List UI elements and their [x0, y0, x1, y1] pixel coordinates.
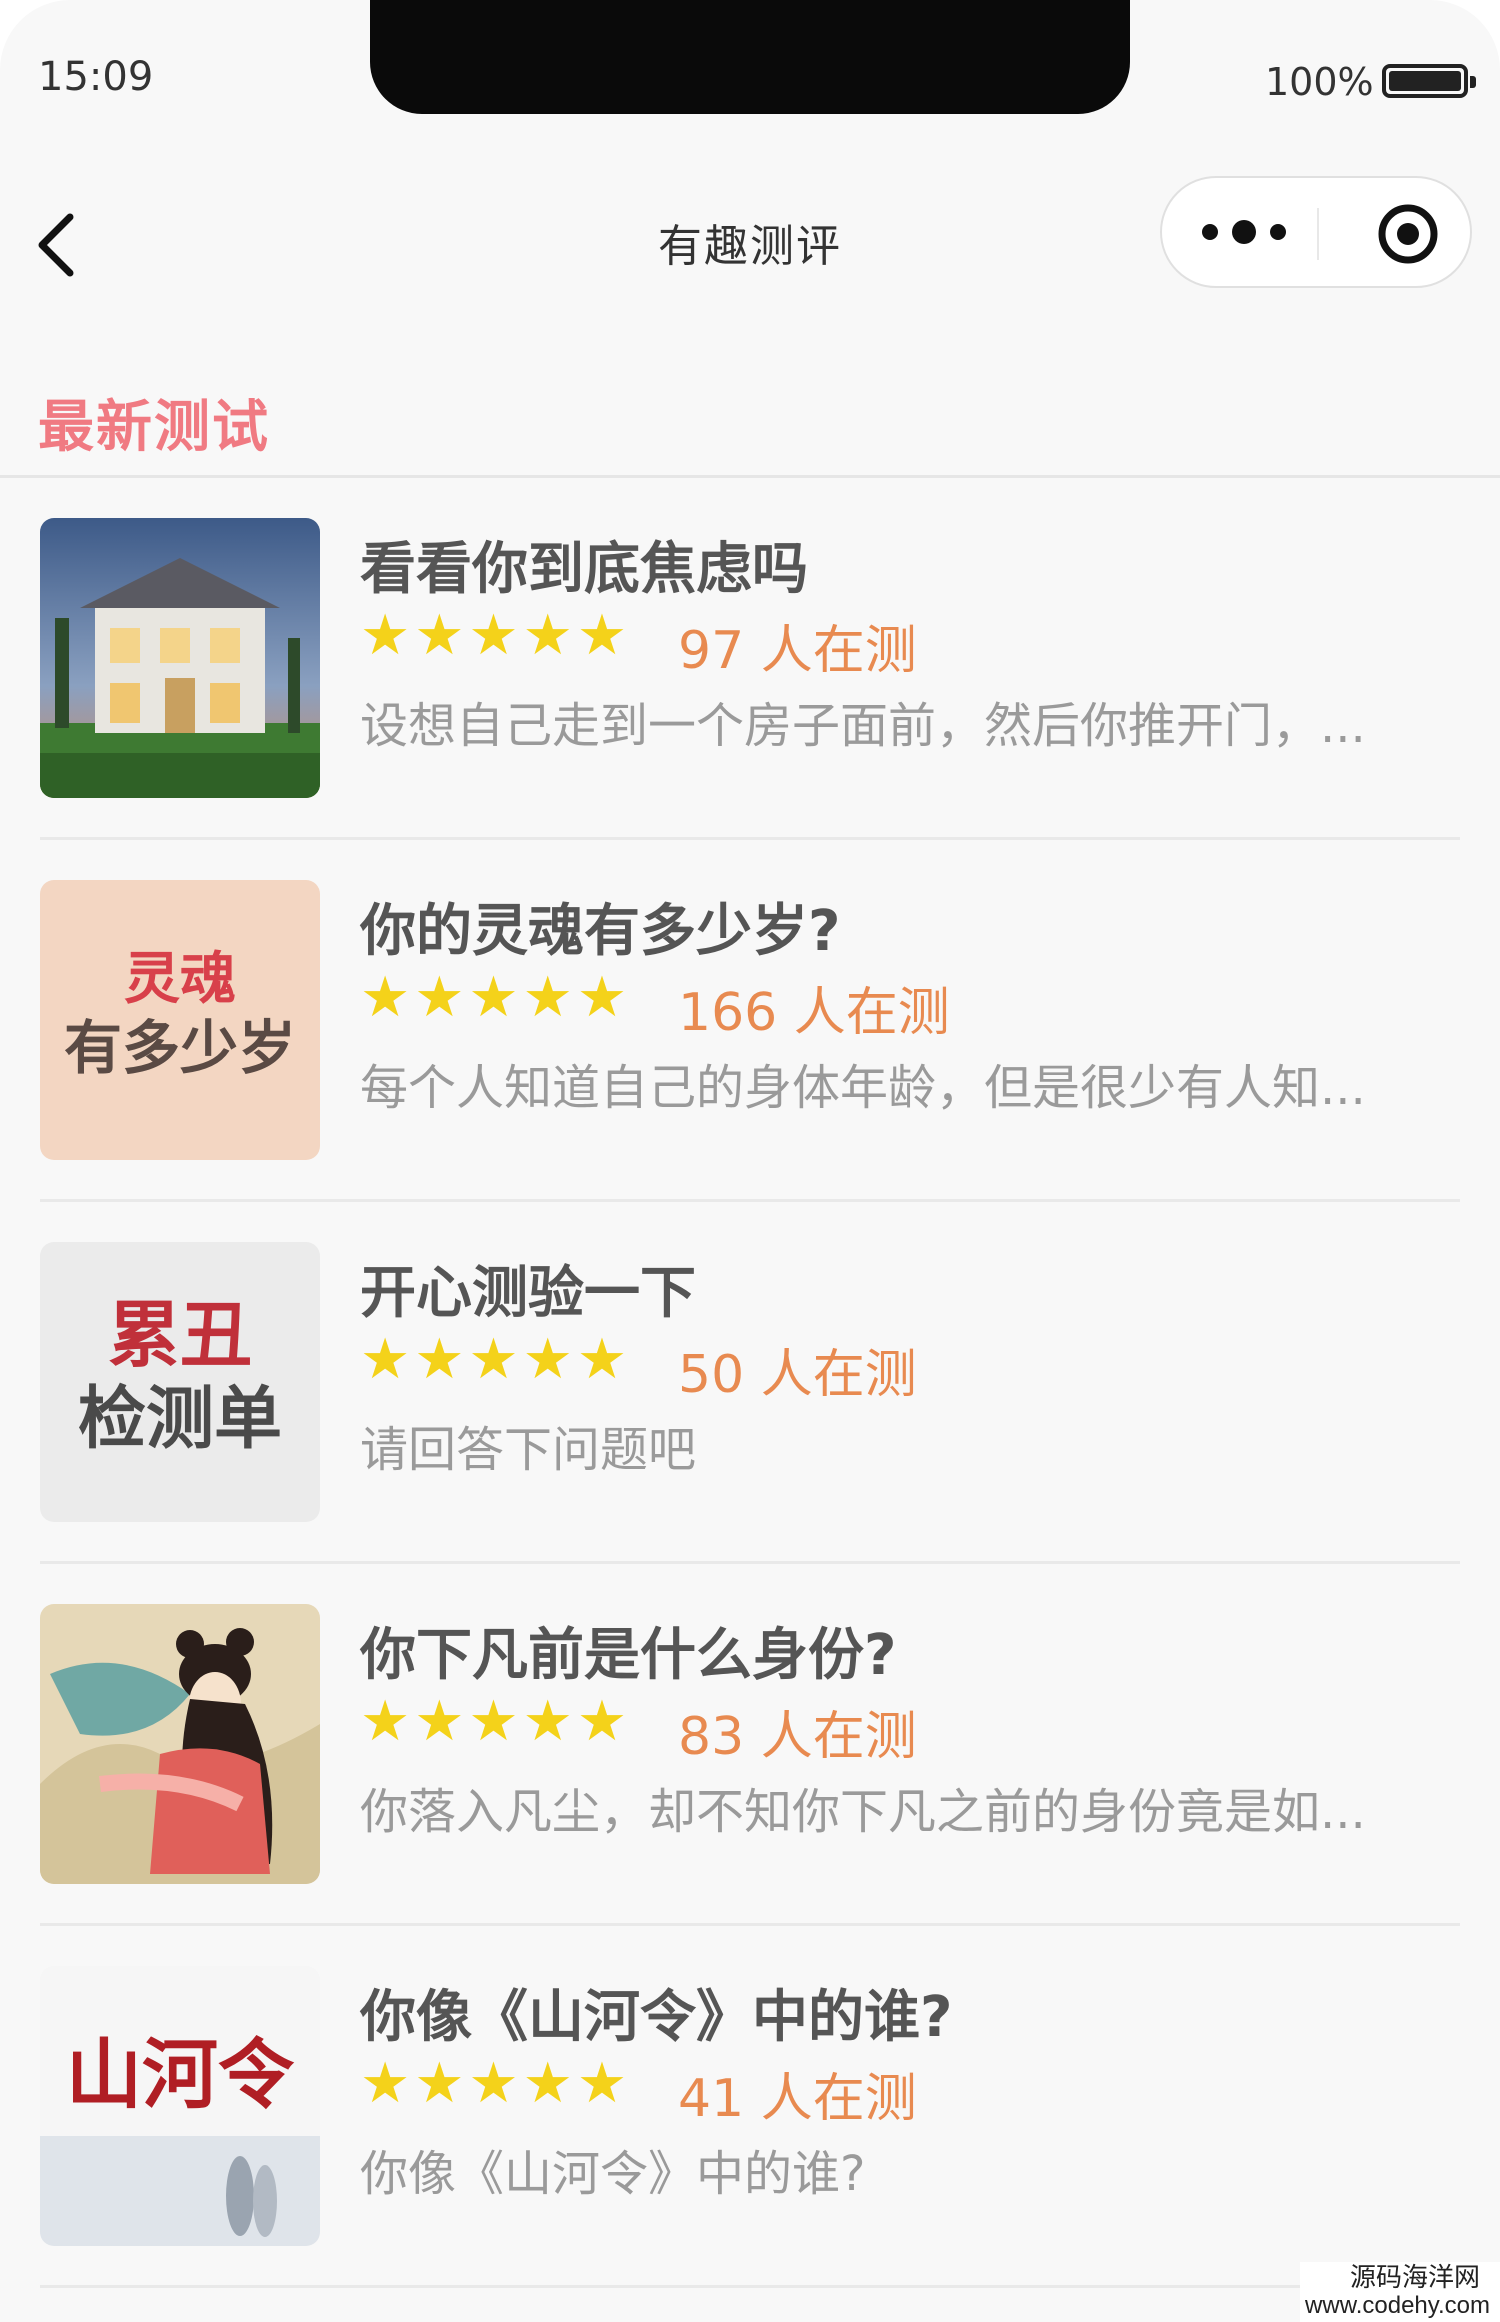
item-description: 设想自己走到一个房子面前，然后你推开门，...: [360, 698, 1366, 754]
item-title: 你像《山河令》中的谁?: [360, 1985, 953, 2050]
item-description: 请回答下问题吧: [360, 1422, 697, 1478]
rating-stars: ★★★★★: [360, 2051, 632, 2116]
more-dots-icon: [1202, 220, 1286, 244]
miniprogram-capsule: [1160, 176, 1472, 288]
phone-screen: 15:09 100% 有趣测评 最新测试 看看你到底焦虑吗 ★★★★★ 97 人…: [0, 0, 1500, 2322]
house-photo-icon: [40, 518, 320, 798]
item-description: 你像《山河令》中的谁?: [360, 2146, 866, 2202]
watermark-text: 源码海洋网: [1349, 2263, 1480, 2293]
participant-count: 41 人在测: [678, 2069, 917, 2129]
soul-age-cover-icon: 灵魂 有多少岁: [40, 880, 320, 1160]
list-item[interactable]: 你下凡前是什么身份? ★★★★★ 83 人在测 你落入凡尘，却不知你下凡之前的身…: [0, 1564, 1500, 1926]
participant-count: 166 人在测: [678, 983, 950, 1043]
participant-count: 97 人在测: [678, 621, 917, 681]
item-title: 你下凡前是什么身份?: [360, 1623, 897, 1688]
list-item[interactable]: 累丑 检测单 开心测验一下 ★★★★★ 50 人在测 请回答下问题吧: [0, 1202, 1500, 1564]
list-item[interactable]: 山河令 你像《山河令》中的谁? ★★★★★ 41 人在测 你像《山河令》中的谁?: [0, 1926, 1500, 2288]
status-time: 15:09: [38, 54, 154, 100]
svg-text:检测单: 检测单: [78, 1380, 282, 1459]
item-title: 看看你到底焦虑吗: [360, 537, 808, 602]
item-description: 每个人知道自己的身体年龄，但是很少有人知...: [360, 1060, 1366, 1116]
battery-icon: [1382, 64, 1476, 98]
item-title: 你的灵魂有多少岁?: [360, 899, 841, 964]
watermark-url: www.codehy.com: [1305, 2292, 1490, 2319]
checklist-cover-icon: 累丑 检测单: [40, 1242, 320, 1522]
list-item[interactable]: 灵魂 有多少岁 你的灵魂有多少岁? ★★★★★ 166 人在测 每个人知道自己的…: [0, 840, 1500, 1202]
watermark: 源码海洋网 www.codehy.com: [1300, 2262, 1500, 2322]
capsule-divider: [1317, 208, 1319, 260]
participant-count: 50 人在测: [678, 1345, 917, 1405]
rating-stars: ★★★★★: [360, 603, 632, 668]
rating-stars: ★★★★★: [360, 1689, 632, 1754]
svg-text:山河令: 山河令: [66, 2030, 295, 2119]
svg-text:累丑: 累丑: [108, 1293, 252, 1377]
notch: [370, 0, 1130, 114]
participant-count: 83 人在测: [678, 1707, 917, 1767]
item-divider: [40, 2285, 1460, 2288]
list-item[interactable]: 看看你到底焦虑吗 ★★★★★ 97 人在测 设想自己走到一个房子面前，然后你推开…: [0, 478, 1500, 840]
fairy-illustration-icon: [40, 1604, 320, 1884]
item-description: 你落入凡尘，却不知你下凡之前的身份竟是如...: [360, 1784, 1366, 1840]
svg-text:灵魂: 灵魂: [124, 947, 236, 1012]
close-miniprogram-button[interactable]: [1372, 204, 1444, 264]
battery-percent: 100%: [1265, 60, 1374, 104]
more-button[interactable]: [1192, 204, 1302, 260]
rating-stars: ★★★★★: [360, 1327, 632, 1392]
shanheling-poster-icon: 山河令: [40, 1966, 320, 2246]
item-title: 开心测验一下: [360, 1261, 696, 1326]
svg-text:有多少岁: 有多少岁: [64, 1014, 296, 1082]
target-icon: [1378, 204, 1438, 264]
section-title: 最新测试: [38, 395, 270, 460]
rating-stars: ★★★★★: [360, 965, 632, 1030]
